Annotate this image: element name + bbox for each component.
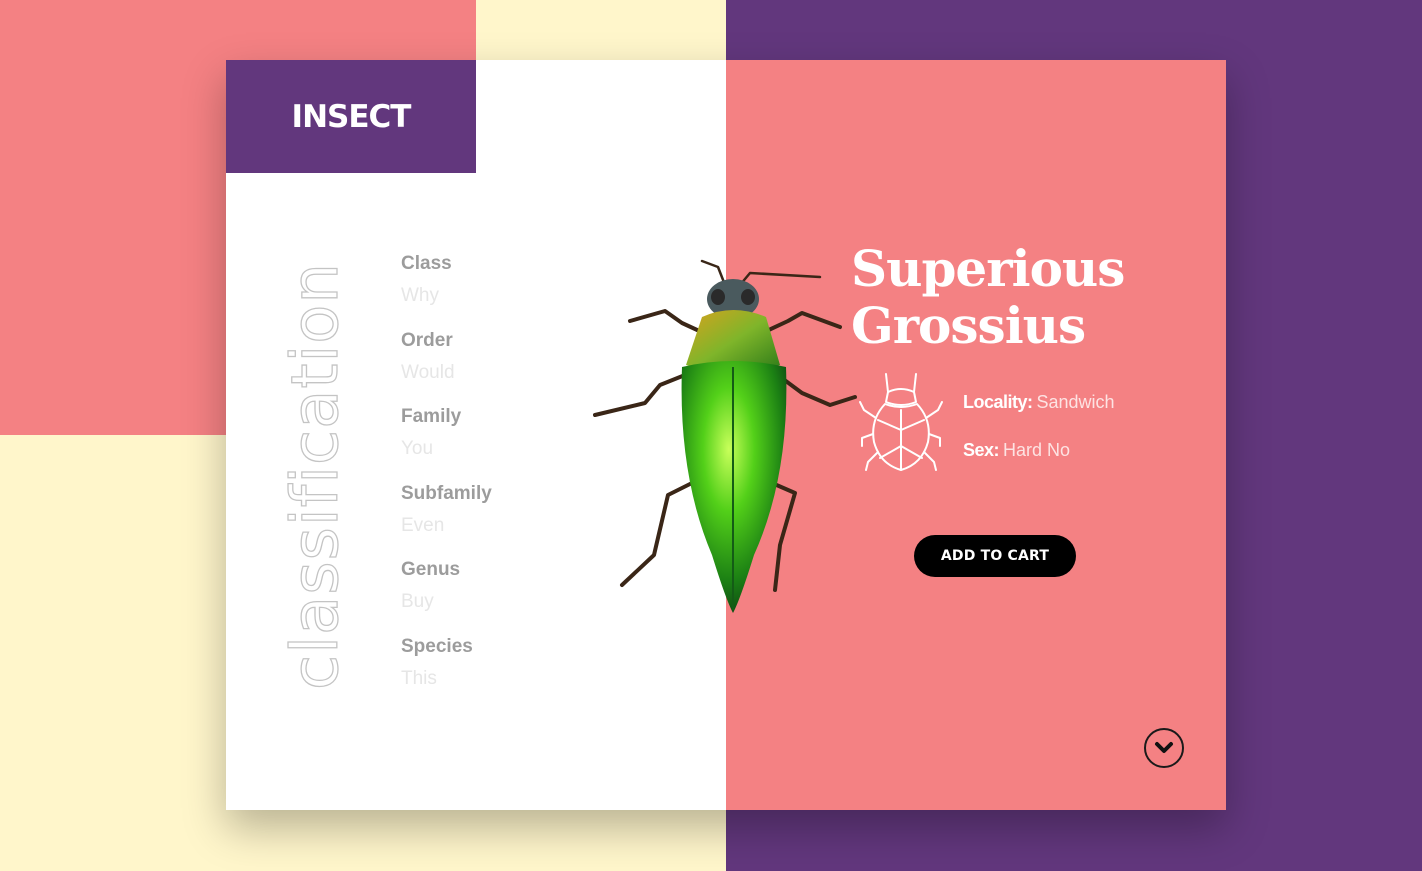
- order-value: Would: [401, 361, 455, 383]
- list-item-species: Species This: [401, 635, 492, 712]
- genus-label: Genus: [401, 559, 461, 580]
- locality-row: Locality: Sandwich: [963, 392, 1115, 413]
- product-title: Superious Grossius: [851, 239, 1125, 355]
- brand-label: INSECT: [291, 98, 412, 135]
- family-label: Family: [401, 406, 462, 427]
- subfamily-value: Even: [401, 514, 445, 536]
- subfamily-label: Subfamily: [401, 482, 492, 504]
- list-item-family: Family You: [401, 405, 492, 482]
- product-title-line-2: Grossius: [851, 296, 1086, 355]
- sex-row: Sex: Hard No: [963, 440, 1070, 461]
- species-label: Species: [401, 635, 473, 657]
- class-value: Why: [401, 285, 439, 306]
- list-item-order: Order Would: [401, 329, 492, 406]
- family-value: You: [401, 438, 434, 459]
- classification-list: Class Why Order Would Family You Subfami…: [401, 252, 492, 711]
- class-label: Class: [401, 253, 452, 274]
- beetle-outline-icon: [859, 373, 943, 471]
- order-label: Order: [401, 329, 453, 351]
- beetle-image: [593, 259, 857, 613]
- product-title-line-1: Superious: [851, 239, 1125, 298]
- scroll-down-button[interactable]: [1144, 728, 1184, 768]
- locality-value: Sandwich: [1036, 392, 1115, 412]
- classification-heading: classification: [278, 261, 353, 690]
- genus-value: Buy: [401, 591, 434, 612]
- list-item-genus: Genus Buy: [401, 558, 492, 635]
- species-value: This: [401, 667, 437, 689]
- list-item-class: Class Why: [401, 252, 492, 329]
- locality-label: Locality:: [963, 392, 1033, 412]
- chevron-down-icon: [1155, 742, 1173, 753]
- add-to-cart-button[interactable]: ADD TO CART: [914, 535, 1076, 577]
- sex-value: Hard No: [1003, 440, 1071, 460]
- list-item-subfamily: Subfamily Even: [401, 482, 492, 559]
- sex-label: Sex:: [963, 440, 1000, 460]
- brand-header: INSECT: [226, 60, 476, 173]
